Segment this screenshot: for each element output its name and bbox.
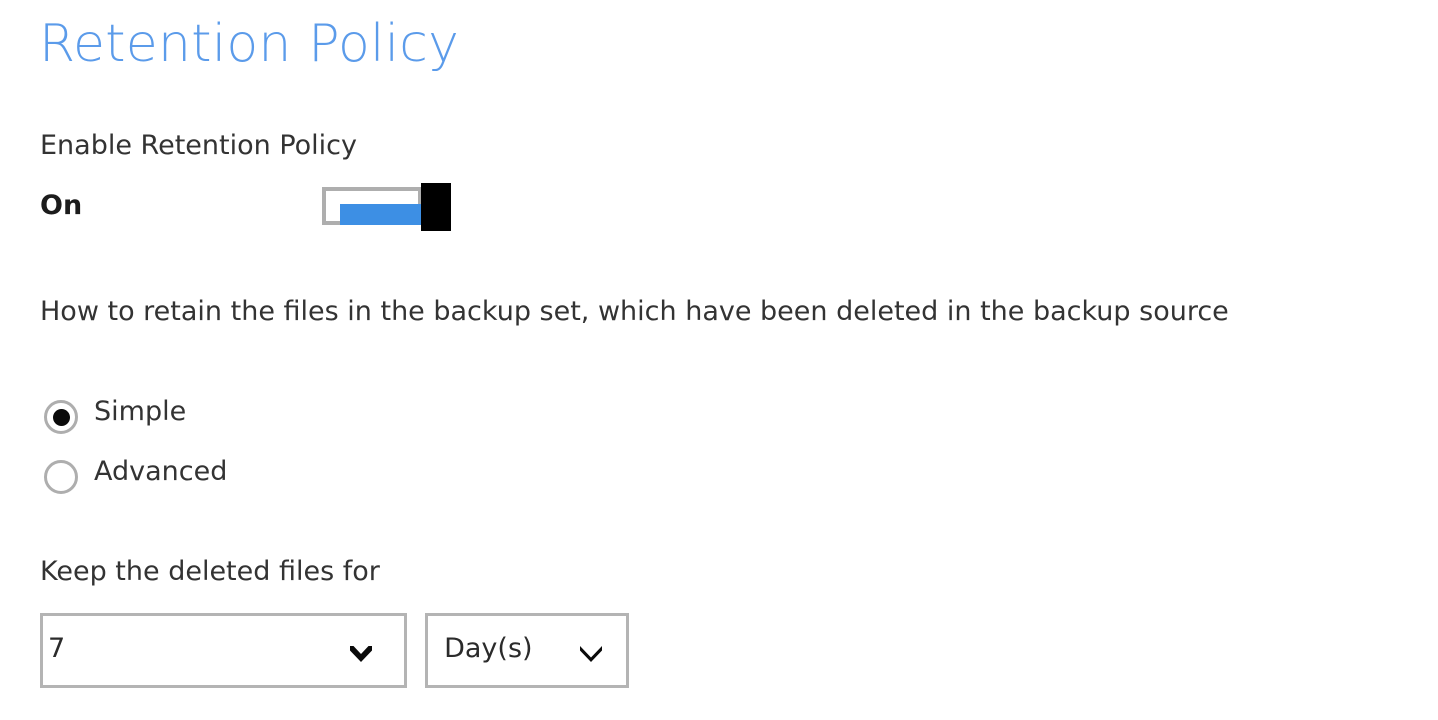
keep-deleted-files-controls: 7 Day(s) <box>40 613 630 688</box>
enable-retention-policy-row: On <box>40 183 460 246</box>
radio-option-simple[interactable]: Simple <box>40 396 540 456</box>
retention-unit-value: Day(s) <box>444 633 533 664</box>
toggle-thumb[interactable] <box>421 183 451 231</box>
radio-button-icon[interactable] <box>44 460 78 494</box>
radio-option-simple-label: Simple <box>94 396 187 427</box>
retention-duration-select[interactable]: 7 <box>40 613 407 688</box>
page-title: Retention Policy <box>39 14 460 74</box>
retention-policy-page: Retention Policy Enable Retention Policy… <box>0 0 1438 720</box>
toggle-state-label: On <box>40 190 83 221</box>
keep-deleted-files-label: Keep the deleted files for <box>40 556 380 587</box>
retention-unit-select[interactable]: Day(s) <box>425 613 630 688</box>
enable-retention-policy-toggle[interactable] <box>322 183 452 239</box>
chevron-down-icon[interactable] <box>348 644 374 662</box>
retention-mode-radio-group: Simple Advanced <box>40 396 540 516</box>
retention-duration-value: 7 <box>48 633 66 664</box>
radio-button-icon[interactable] <box>44 400 78 434</box>
enable-retention-policy-label: Enable Retention Policy <box>40 130 357 161</box>
radio-option-advanced[interactable]: Advanced <box>40 456 540 516</box>
chevron-down-icon[interactable] <box>578 644 604 662</box>
toggle-track-fill <box>340 204 426 225</box>
retention-mode-description: How to retain the files in the backup se… <box>40 296 1229 327</box>
toggle-track-box <box>322 187 426 225</box>
radio-option-advanced-label: Advanced <box>94 456 228 487</box>
